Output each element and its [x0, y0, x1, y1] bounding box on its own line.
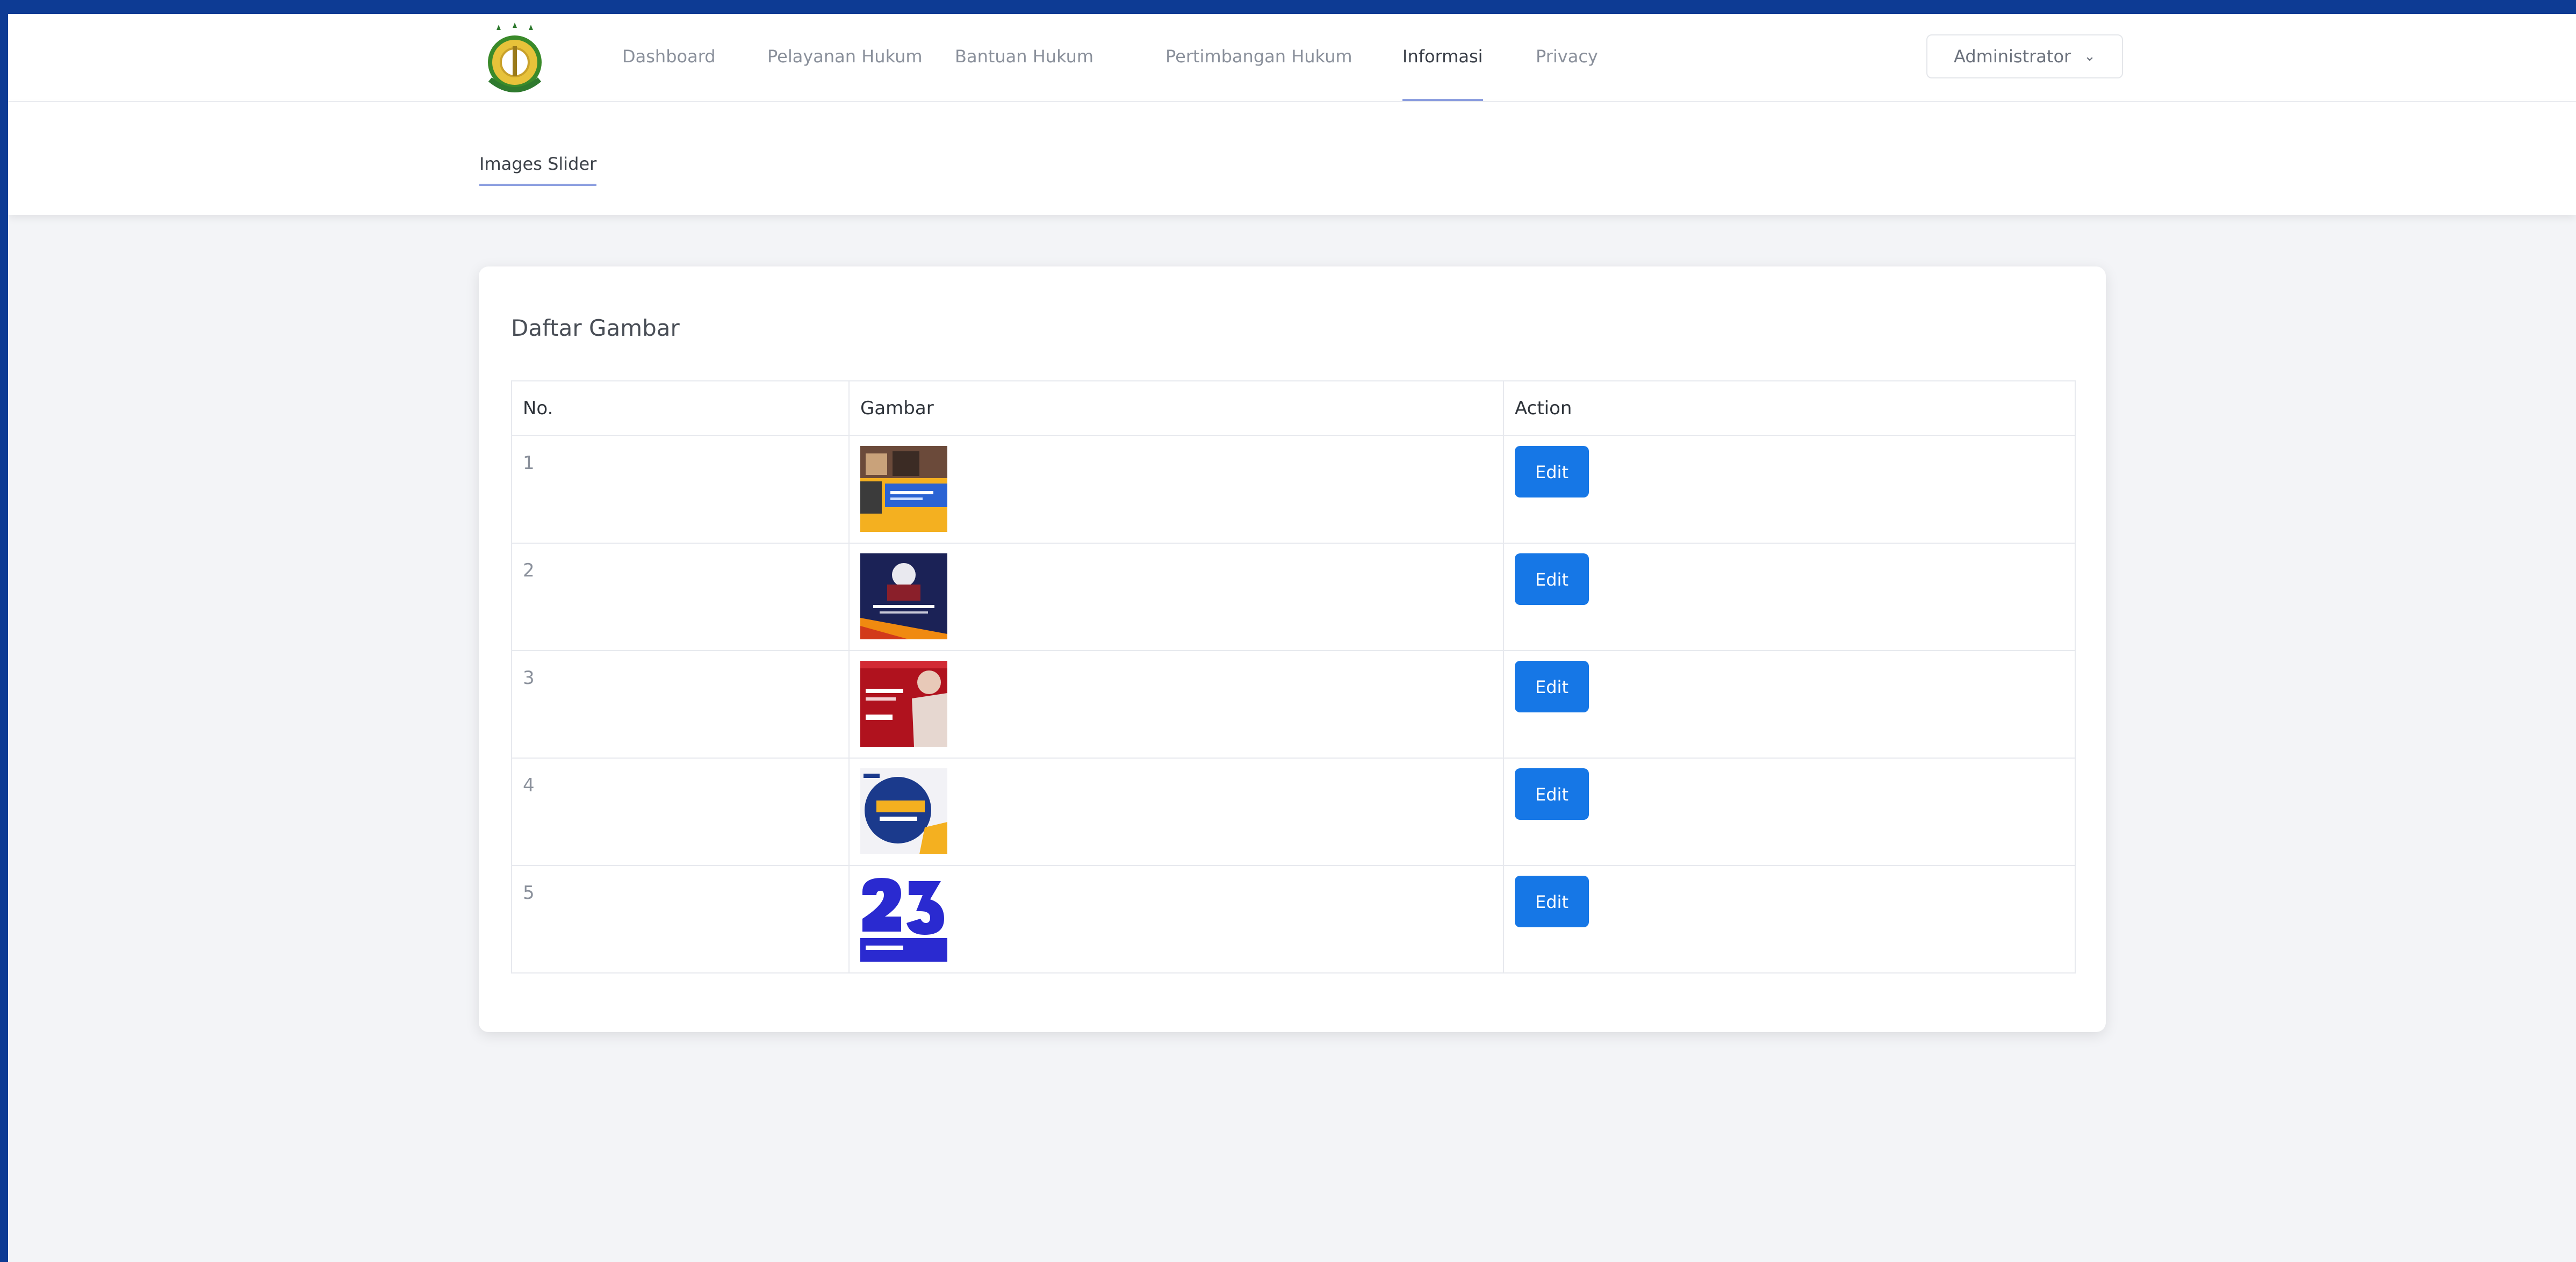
column-header-gambar: Gambar: [848, 380, 1504, 436]
nav-pertimbangan-hukum[interactable]: Pertimbangan Hukum: [1165, 14, 1352, 99]
user-name: Administrator: [1954, 46, 2071, 67]
nav-dashboard[interactable]: Dashboard: [622, 14, 716, 99]
table-row: 2 Edit: [511, 543, 2076, 651]
user-menu-dropdown[interactable]: Administrator ⌄: [1926, 34, 2123, 78]
image-table: No. Gambar Action 1 Edit 2 Edit 3 Edit 4…: [511, 380, 2076, 973]
edit-button[interactable]: Edit: [1515, 876, 1589, 927]
table-row: 5 Edit: [511, 865, 2076, 973]
table-row: 3 Edit: [511, 650, 2076, 759]
emblem-logo-icon[interactable]: [472, 19, 558, 100]
slider-thumbnail-5: [860, 876, 947, 962]
subnav-images-slider[interactable]: Images Slider: [479, 154, 597, 186]
nav-bantuan-hukum[interactable]: Bantuan Hukum: [955, 14, 1093, 99]
row-action-cell: Edit: [1503, 435, 2076, 544]
row-number: 4: [511, 758, 850, 866]
chevron-down-icon: ⌄: [2084, 48, 2096, 64]
app-frame: Dashboard Pelayanan Hukum Bantuan Hukum …: [8, 14, 2576, 1262]
row-image-cell: [848, 758, 1504, 866]
edit-button[interactable]: Edit: [1515, 446, 1589, 497]
table-header-row: No. Gambar Action: [511, 380, 2076, 436]
image-list-card: Daftar Gambar No. Gambar Action 1 Edit 2…: [479, 266, 2106, 1032]
row-image-cell: [848, 435, 1504, 544]
slider-thumbnail-4: [860, 768, 947, 854]
nav-privacy[interactable]: Privacy: [1536, 14, 1598, 99]
row-number: 1: [511, 435, 850, 544]
row-image-cell: [848, 865, 1504, 973]
slider-thumbnail-3: [860, 661, 947, 747]
row-number: 3: [511, 650, 850, 759]
edit-button[interactable]: Edit: [1515, 553, 1589, 605]
table-row: 1 Edit: [511, 435, 2076, 544]
edit-button[interactable]: Edit: [1515, 661, 1589, 712]
card-title: Daftar Gambar: [511, 315, 680, 341]
row-image-cell: [848, 543, 1504, 651]
row-action-cell: Edit: [1503, 865, 2076, 973]
row-image-cell: [848, 650, 1504, 759]
slider-thumbnail-2: [860, 553, 947, 639]
row-number: 2: [511, 543, 850, 651]
column-header-no: No.: [511, 380, 850, 436]
column-header-action: Action: [1503, 380, 2076, 436]
row-action-cell: Edit: [1503, 543, 2076, 651]
edit-button[interactable]: Edit: [1515, 768, 1589, 820]
sub-navbar: Images Slider: [8, 102, 2576, 215]
window-top-border: [0, 0, 2576, 14]
nav-informasi[interactable]: Informasi: [1402, 14, 1483, 101]
row-action-cell: Edit: [1503, 758, 2076, 866]
table-row: 4 Edit: [511, 758, 2076, 866]
row-number: 5: [511, 865, 850, 973]
nav-pelayanan-hukum[interactable]: Pelayanan Hukum: [767, 14, 923, 99]
slider-thumbnail-1: [860, 446, 947, 532]
row-action-cell: Edit: [1503, 650, 2076, 759]
top-navbar: Dashboard Pelayanan Hukum Bantuan Hukum …: [8, 14, 2576, 102]
